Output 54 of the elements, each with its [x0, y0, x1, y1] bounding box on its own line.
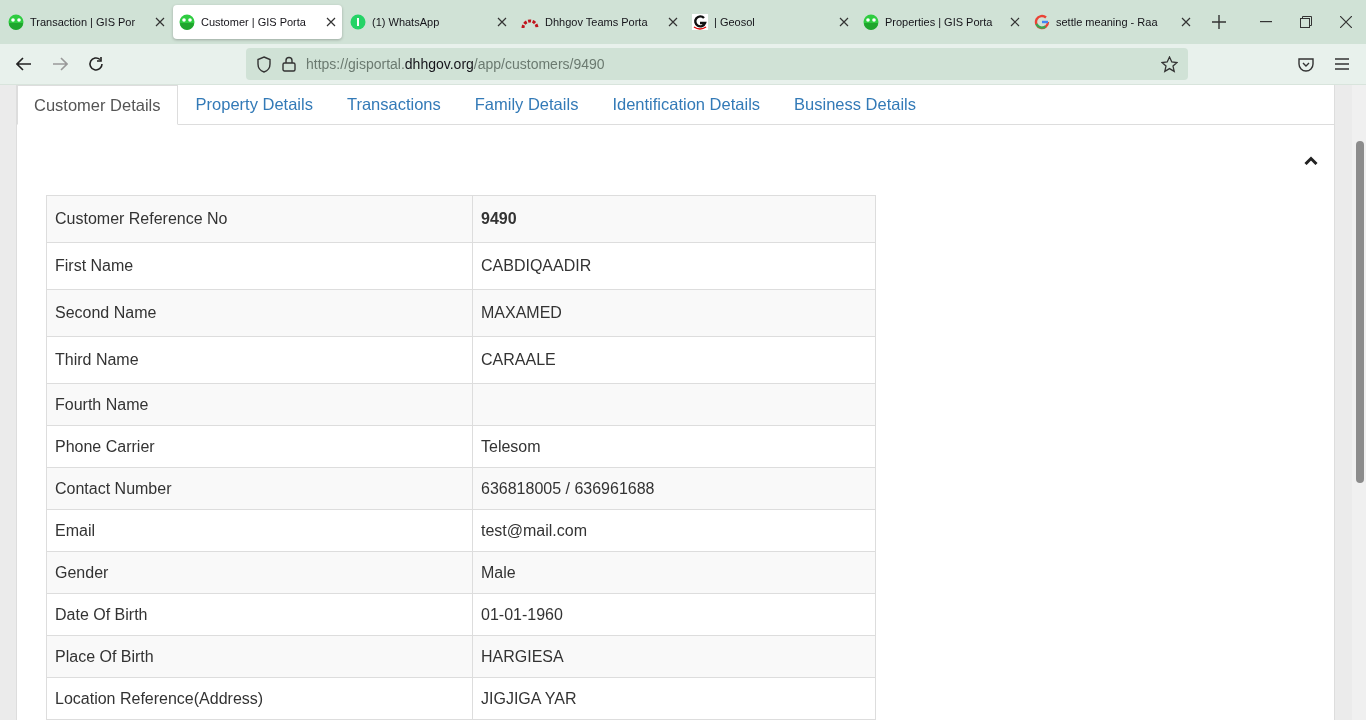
- google-logo-icon: [1034, 14, 1050, 30]
- label-cell-text: Gender: [54, 562, 110, 583]
- page-tab[interactable]: Business Details: [778, 85, 933, 124]
- browser-tab[interactable]: | Geosol: [686, 5, 855, 39]
- page-tab[interactable]: Family Details: [458, 85, 595, 124]
- browser-tab[interactable]: Properties | GIS Porta: [857, 5, 1026, 39]
- star-icon[interactable]: [1161, 55, 1178, 73]
- globe-logo-icon: [863, 14, 879, 30]
- new-tab-icon[interactable]: [1212, 15, 1226, 29]
- restore-icon[interactable]: [1300, 16, 1312, 28]
- browser-tab[interactable]: Transaction | GIS Por: [2, 5, 171, 39]
- label-cell-text: Phone Carrier: [54, 436, 156, 457]
- browser-tab[interactable]: Dhhgov Teams Porta: [515, 5, 684, 39]
- browser-tab[interactable]: (1) WhatsApp: [344, 5, 513, 39]
- close-icon[interactable]: [668, 17, 678, 27]
- padlock-icon: [282, 56, 296, 72]
- scrollbar[interactable]: [1352, 85, 1366, 720]
- chevron-up-icon[interactable]: [1304, 155, 1318, 165]
- page-tab[interactable]: Identification Details: [596, 85, 777, 124]
- label-cell-text: Third Name: [54, 350, 140, 370]
- label-cell-text: Contact Number: [54, 478, 173, 499]
- label-cell-text: Fourth Name: [54, 394, 150, 415]
- globe-logo-icon: [179, 14, 195, 30]
- back-arrow-icon[interactable]: [16, 57, 32, 71]
- g-logo-icon: [692, 14, 708, 30]
- label-cell-text: Place Of Birth: [54, 646, 155, 667]
- shield-icon: [256, 55, 272, 73]
- close-icon[interactable]: [497, 17, 507, 27]
- close-icon[interactable]: [839, 17, 849, 27]
- label-cell-text: Customer Reference No: [54, 209, 229, 229]
- chat-bubble-icon: [350, 14, 366, 30]
- close-icon[interactable]: [1010, 17, 1020, 27]
- browser-tab[interactable]: Customer | GIS Porta: [173, 5, 342, 39]
- globe-logo-icon: [8, 14, 24, 30]
- browser-tab[interactable]: settle meaning - Raa: [1028, 5, 1197, 39]
- label-cell-text: First Name: [54, 256, 135, 276]
- page-tab[interactable]: Customer Details: [17, 85, 178, 125]
- minimize-icon[interactable]: [1260, 21, 1272, 23]
- page-tab[interactable]: Transactions: [330, 85, 457, 124]
- label-cell-text: Date Of Birth: [54, 604, 149, 625]
- reload-icon[interactable]: [88, 56, 104, 72]
- page-tab[interactable]: Property Details: [179, 85, 329, 124]
- close-icon[interactable]: [1181, 17, 1191, 27]
- close-icon[interactable]: [155, 17, 165, 27]
- value-cell: JIGJIGA YAR: [472, 678, 873, 719]
- label-cell-text: Email: [54, 520, 96, 541]
- pocket-icon[interactable]: [1298, 56, 1314, 72]
- label-cell-text: Location Reference(Address): [54, 688, 265, 709]
- menu-icon[interactable]: [1335, 58, 1349, 70]
- label-cell-text: Second Name: [54, 303, 158, 323]
- close-icon[interactable]: [326, 17, 336, 27]
- url-text: https://gisportal.dhhgov.org/app/customers/9490: [306, 56, 606, 72]
- address-bar[interactable]: https://gisportal.dhhgov.org/app/customers/9490: [246, 48, 1188, 80]
- close-icon[interactable]: [1340, 16, 1352, 28]
